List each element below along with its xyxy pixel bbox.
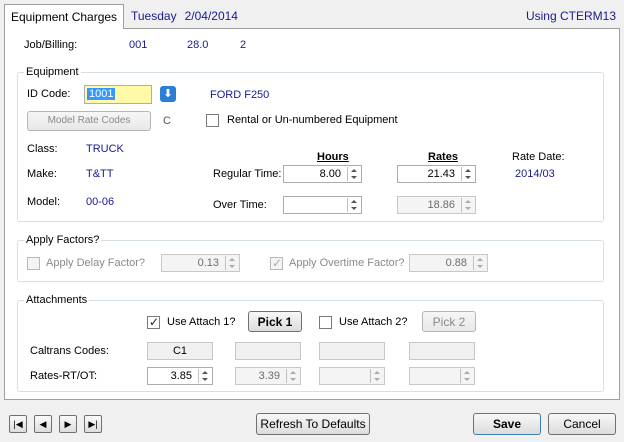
pick2-button[interactable]: Pick 2 bbox=[422, 311, 476, 332]
attach1-checkbox[interactable]: ✓ bbox=[147, 315, 160, 329]
checkmark-icon: ✓ bbox=[149, 315, 160, 329]
delay-factor-spinner-icon bbox=[225, 256, 238, 270]
job-billing-label: Job/Billing: bbox=[24, 39, 78, 51]
checkmark-icon: ✓ bbox=[272, 256, 283, 270]
overtime-rate-spinner-icon bbox=[461, 198, 474, 212]
rates-header: Rates bbox=[428, 151, 458, 163]
caltrans-code-1: C1 bbox=[147, 342, 213, 360]
rate-date-value: 2014/03 bbox=[515, 168, 555, 180]
equipment-description: FORD F250 bbox=[210, 89, 270, 101]
rental-label: Rental or Un-numbered Equipment bbox=[227, 114, 398, 126]
overtime-rate-input: 18.86 bbox=[397, 196, 476, 214]
model-rate-codes-button[interactable]: Model Rate Codes bbox=[27, 111, 151, 131]
job-number: 001 bbox=[129, 39, 148, 51]
id-code-label: ID Code: bbox=[27, 88, 71, 100]
nav-first-button[interactable]: |◀ bbox=[9, 415, 27, 433]
overtime-hours-spinner-icon[interactable] bbox=[347, 198, 360, 212]
nav-next-button[interactable]: ▶ bbox=[59, 415, 77, 433]
over-time-label: Over Time: bbox=[213, 199, 267, 211]
equipment-legend: Equipment bbox=[24, 66, 81, 78]
regular-rate-input[interactable]: 21.43 bbox=[397, 165, 476, 183]
lookup-arrow-icon[interactable]: ⬇ bbox=[160, 86, 176, 102]
save-button[interactable]: Save bbox=[473, 413, 541, 435]
rental-checkbox[interactable] bbox=[206, 114, 219, 127]
using-terminal: Using CTERM13 bbox=[525, 9, 616, 23]
tab-equipment-charges[interactable]: Equipment Charges bbox=[4, 4, 124, 29]
attach1-rate-rt-spinner-icon[interactable] bbox=[198, 369, 211, 383]
cancel-button[interactable]: Cancel bbox=[548, 413, 616, 435]
billing-seq: 2 bbox=[240, 39, 247, 51]
day-label: Tuesday bbox=[131, 9, 177, 23]
attachments-legend: Attachments bbox=[24, 294, 90, 306]
delay-factor-checkbox[interactable] bbox=[27, 257, 40, 270]
rate-date-label: Rate Date: bbox=[512, 151, 565, 163]
overtime-rate-value: 18.86 bbox=[427, 199, 455, 211]
attach1-rate-ot-spinner-icon bbox=[286, 369, 299, 383]
date-label: 2/04/2014 bbox=[184, 9, 238, 23]
delay-factor-value: 0.13 bbox=[197, 257, 219, 269]
model-label: Model: bbox=[27, 196, 61, 208]
factors-legend: Apply Factors? bbox=[24, 234, 102, 246]
class-value: TRUCK bbox=[86, 143, 124, 155]
id-code-input[interactable]: 1001 bbox=[84, 85, 152, 104]
id-code-value: 1001 bbox=[87, 88, 116, 100]
hours-header: Hours bbox=[317, 151, 349, 163]
attach2-rate-rt-spinner-icon bbox=[370, 369, 383, 383]
attach2-rate-ot-input bbox=[409, 367, 475, 385]
rate-code: C bbox=[163, 115, 171, 127]
attach2-label: Use Attach 2? bbox=[339, 316, 408, 328]
attach1-rate-ot-value: 3.39 bbox=[258, 370, 280, 382]
pick1-button[interactable]: Pick 1 bbox=[248, 311, 302, 332]
make-label: Make: bbox=[27, 168, 57, 180]
caltrans-code-3 bbox=[319, 342, 385, 360]
refresh-defaults-button[interactable]: Refresh To Defaults bbox=[256, 413, 370, 435]
attach2-checkbox[interactable] bbox=[319, 316, 332, 329]
overtime-factor-checkbox[interactable]: ✓ bbox=[270, 256, 283, 270]
rates-rt-ot-label: Rates-RT/OT: bbox=[30, 370, 98, 382]
regular-hours-spinner-icon[interactable] bbox=[347, 167, 360, 181]
delay-factor-input: 0.13 bbox=[161, 254, 240, 272]
model-value: 00-06 bbox=[86, 196, 115, 208]
attach1-label: Use Attach 1? bbox=[167, 316, 236, 328]
overtime-factor-spinner-icon bbox=[473, 256, 486, 270]
caltrans-code-2 bbox=[235, 342, 301, 360]
regular-rate-spinner-icon[interactable] bbox=[461, 167, 474, 181]
billing-number: 28.0 bbox=[187, 39, 209, 51]
class-label: Class: bbox=[27, 143, 58, 155]
make-value: T&TT bbox=[86, 168, 114, 180]
regular-hours-input[interactable]: 8.00 bbox=[283, 165, 362, 183]
regular-hours-value: 8.00 bbox=[319, 168, 341, 180]
attach1-rate-rt-input[interactable]: 3.85 bbox=[147, 367, 213, 385]
attach1-rate-rt-value: 3.85 bbox=[170, 370, 192, 382]
attach2-rate-ot-spinner-icon bbox=[460, 369, 473, 383]
overtime-factor-input: 0.88 bbox=[409, 254, 488, 272]
tab-date-info: Tuesday 2/04/2014 bbox=[131, 9, 246, 23]
regular-rate-value: 21.43 bbox=[427, 168, 455, 180]
overtime-factor-label: Apply Overtime Factor? bbox=[289, 257, 405, 269]
nav-prev-button[interactable]: ◀ bbox=[34, 415, 52, 433]
caltrans-code-4 bbox=[409, 342, 475, 360]
overtime-factor-value: 0.88 bbox=[445, 257, 467, 269]
attach1-rate-ot-input: 3.39 bbox=[235, 367, 301, 385]
overtime-hours-input[interactable] bbox=[283, 196, 362, 214]
regular-time-label: Regular Time: bbox=[213, 168, 282, 180]
attach2-rate-rt-input bbox=[319, 367, 385, 385]
caltrans-codes-label: Caltrans Codes: bbox=[30, 345, 109, 357]
delay-factor-label: Apply Delay Factor? bbox=[46, 257, 146, 269]
nav-last-button[interactable]: ▶| bbox=[84, 415, 102, 433]
